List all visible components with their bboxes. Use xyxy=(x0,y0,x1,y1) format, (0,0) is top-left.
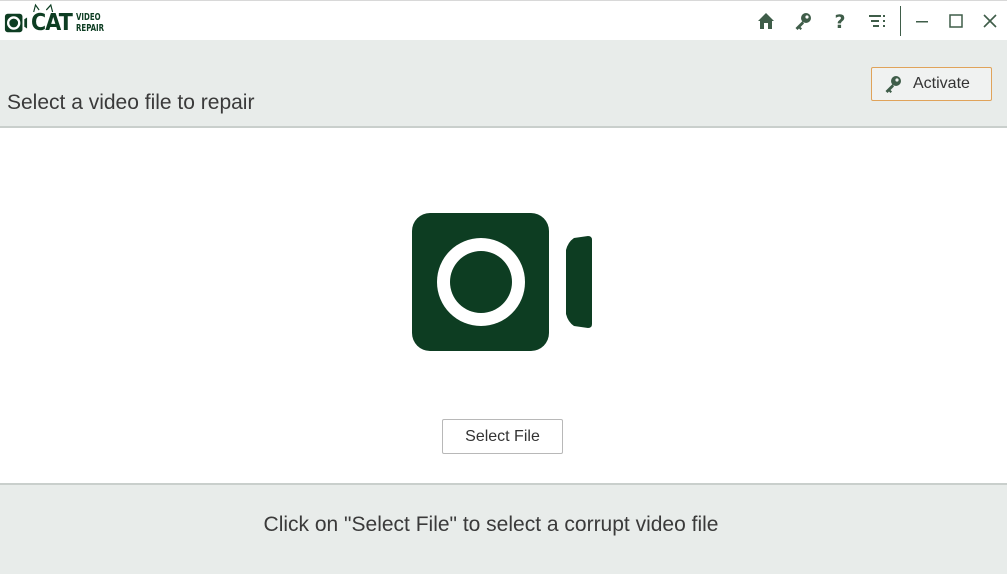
app-logo: CAT VIDEO REPAIR xyxy=(4,3,112,39)
main-area: Select File xyxy=(0,128,1007,483)
logo-camera-icon xyxy=(4,13,28,33)
logo-sub-video: VIDEO xyxy=(75,12,101,23)
app-window: CAT VIDEO REPAIR ? Select a video file t… xyxy=(0,0,1007,574)
svg-text:?: ? xyxy=(834,11,845,31)
logo-subtitle: VIDEO REPAIR xyxy=(76,12,104,34)
logo-cat-ears-icon xyxy=(33,3,54,12)
title-bar: CAT VIDEO REPAIR ? xyxy=(0,0,1007,40)
key-icon xyxy=(885,76,901,93)
video-camera-icon xyxy=(412,213,592,351)
maximize-button[interactable] xyxy=(944,9,968,33)
close-button[interactable] xyxy=(978,9,1002,33)
header-band: Select a video file to repair Activate xyxy=(0,40,1007,128)
help-button[interactable]: ? xyxy=(828,9,852,33)
close-icon xyxy=(983,14,997,28)
select-file-button[interactable]: Select File xyxy=(442,419,563,454)
home-button[interactable] xyxy=(754,9,778,33)
footer-hint: Click on "Select File" to select a corru… xyxy=(263,513,719,536)
logo-word-text: CAT xyxy=(31,9,73,36)
minimize-icon xyxy=(916,21,928,23)
logo-sub-repair: REPAIR xyxy=(75,23,104,34)
footer-band: Click on "Select File" to select a corru… xyxy=(0,483,1007,574)
minimize-button[interactable] xyxy=(910,9,934,33)
home-icon xyxy=(758,13,774,29)
maximize-icon xyxy=(949,14,963,28)
menu-button[interactable] xyxy=(865,9,889,33)
help-icon: ? xyxy=(834,11,845,31)
activation-key-button[interactable] xyxy=(791,9,815,33)
activate-button[interactable]: Activate xyxy=(871,67,992,101)
titlebar-separator xyxy=(900,6,901,36)
page-title: Select a video file to repair xyxy=(7,91,255,114)
menu-icon xyxy=(869,15,885,27)
key-icon xyxy=(795,13,811,30)
activate-label: Activate xyxy=(913,75,970,92)
activate-key-icon-wrap xyxy=(882,73,904,95)
logo-word: CAT xyxy=(31,3,73,36)
